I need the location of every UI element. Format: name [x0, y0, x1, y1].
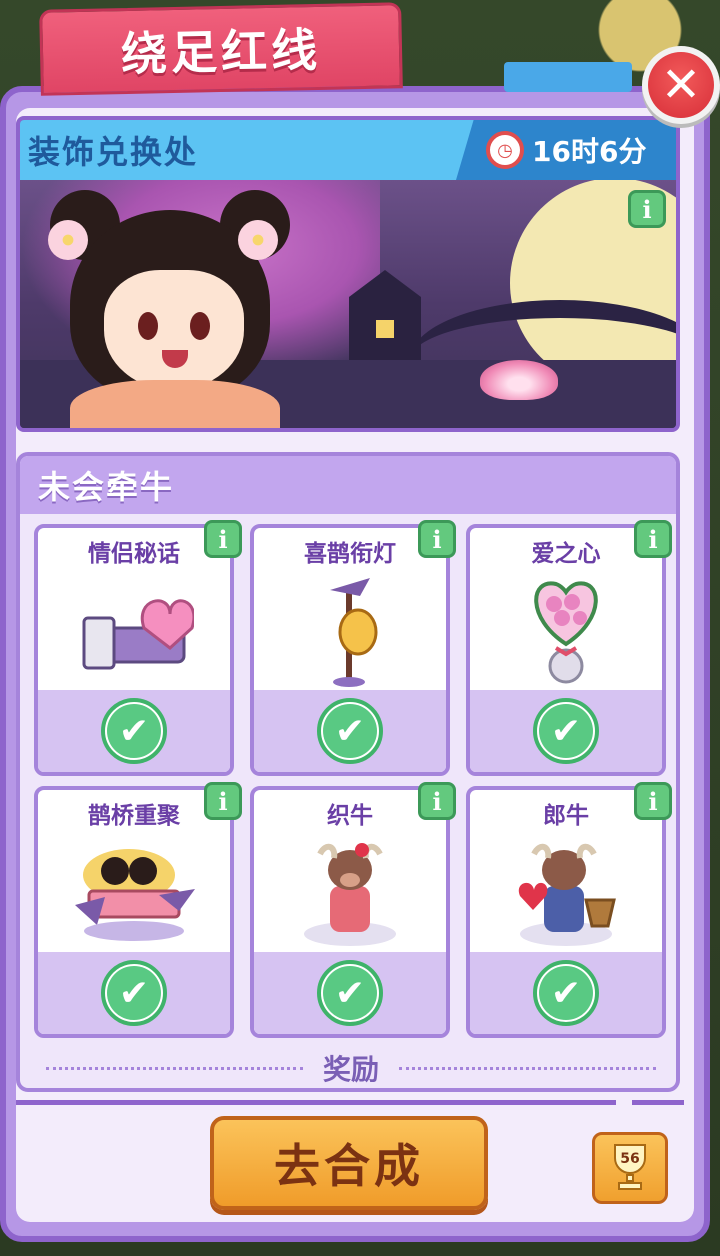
clock-icon: ◷ — [486, 131, 524, 169]
card-footer: ✔ — [254, 952, 446, 1034]
item-name: 情侣秘话 — [88, 541, 180, 567]
item-card-ai-zhi-xin[interactable]: 爱之心 ✔ — [466, 524, 666, 776]
section-header: 未会牵牛 — [20, 456, 676, 514]
banner-header: 装饰兑换处 ◷ 16时6分 — [20, 120, 676, 180]
magpie-lantern-icon — [274, 568, 426, 688]
countdown-timer: ◷ 16时6分 — [456, 120, 676, 180]
item-info-icon[interactable]: i — [204, 520, 242, 558]
section-title: 未会牵牛 — [38, 468, 175, 506]
footer-divider — [632, 1100, 684, 1105]
magpie-bridge-icon — [58, 830, 210, 950]
tab-decoration — [504, 62, 632, 92]
heart-bed-icon — [58, 568, 210, 688]
herder-ox-icon — [490, 830, 642, 950]
go-merge-label: 去合成 — [274, 1139, 424, 1193]
check-icon: ✔ — [533, 960, 599, 1026]
card-footer: ✔ — [254, 690, 446, 772]
item-card-qinglv-mihua[interactable]: 情侣秘话 ✔ — [34, 524, 234, 776]
check-icon: ✔ — [533, 698, 599, 764]
item-name: 鹊桥重聚 — [88, 803, 180, 829]
item-info-icon[interactable]: i — [634, 782, 672, 820]
weaver-ox-icon — [274, 830, 426, 950]
card-footer: ✔ — [470, 952, 662, 1034]
banner-info-icon[interactable]: i — [628, 190, 666, 228]
reward-divider: 奖励 — [46, 1048, 657, 1088]
close-button[interactable]: ✕ — [642, 46, 720, 124]
timer-text: 16时6分 — [532, 135, 647, 168]
item-info-icon[interactable]: i — [418, 782, 456, 820]
card-footer: ✔ — [38, 952, 230, 1034]
item-card-lang-niu[interactable]: 郎牛 ✔ — [466, 786, 666, 1038]
trophy-button[interactable]: 56 — [592, 1132, 668, 1204]
window-title-tab: 绕足红线 — [39, 2, 403, 96]
item-info-icon[interactable]: i — [204, 782, 242, 820]
card-footer: ✔ — [470, 690, 662, 772]
item-card-xique-xiandeng[interactable]: 喜鹊衔灯 ✔ — [250, 524, 450, 776]
lotus-lamp — [480, 360, 558, 400]
footer-divider — [16, 1100, 616, 1105]
weaver-girl-character — [40, 190, 300, 428]
check-icon: ✔ — [101, 960, 167, 1026]
banner-title: 装饰兑换处 — [28, 133, 199, 171]
item-card-queqiao-chongju[interactable]: 鹊桥重聚 ✔ — [34, 786, 234, 1038]
dotted-line — [46, 1066, 303, 1070]
card-footer: ✔ — [38, 690, 230, 772]
trophy-icon: 56 — [608, 1144, 652, 1192]
dotted-line — [399, 1066, 657, 1070]
trophy-count: 56 — [614, 1144, 646, 1174]
close-icon: ✕ — [648, 52, 714, 118]
check-icon: ✔ — [317, 698, 383, 764]
go-merge-button[interactable]: 去合成 — [210, 1116, 488, 1210]
heart-bouquet-icon — [490, 568, 642, 688]
check-icon: ✔ — [101, 698, 167, 764]
item-info-icon[interactable]: i — [634, 520, 672, 558]
collection-section: 未会牵牛 情侣秘话 ✔ i 喜鹊衔灯 ✔ i 爱之心 ✔ i 鹊桥重聚 ✔ i … — [16, 452, 680, 1092]
window-title: 绕足红线 — [120, 22, 322, 82]
event-banner: 装饰兑换处 ◷ 16时6分 i — [16, 116, 680, 432]
reward-label: 奖励 — [323, 1053, 380, 1086]
check-icon: ✔ — [317, 960, 383, 1026]
item-info-icon[interactable]: i — [418, 520, 456, 558]
item-card-zhi-niu[interactable]: 织牛 ✔ — [250, 786, 450, 1038]
